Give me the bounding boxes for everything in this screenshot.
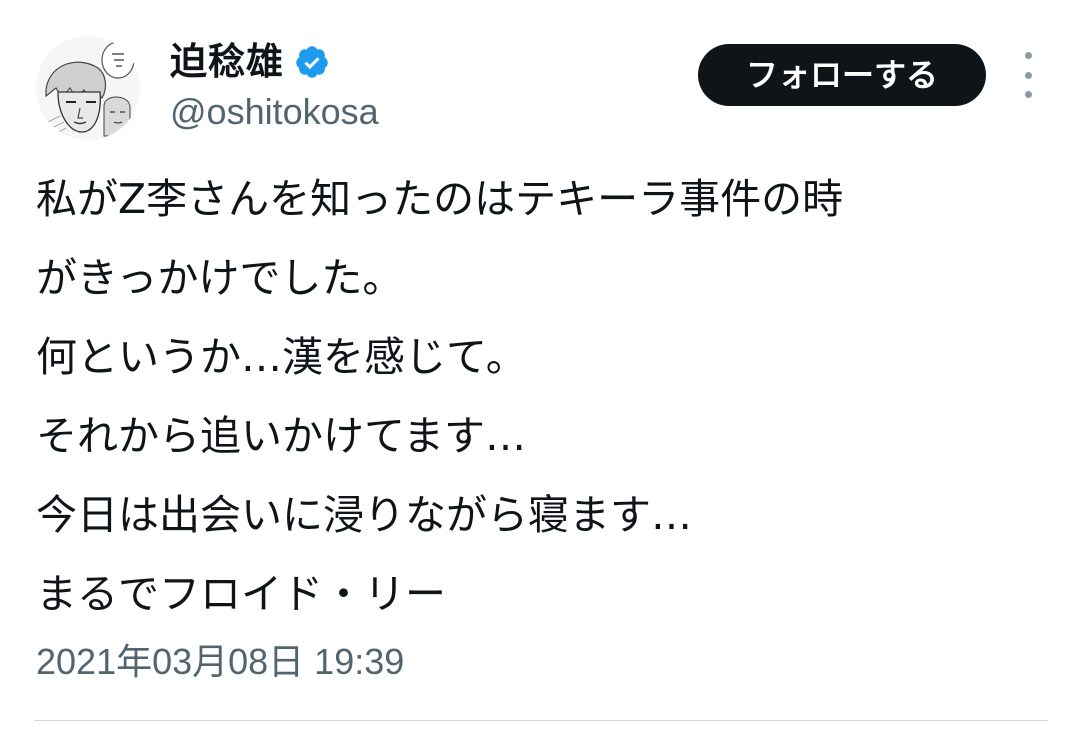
author-display-name[interactable]: 迫稔雄 (170, 36, 284, 88)
more-dot (1024, 52, 1032, 59)
more-vertical-icon[interactable] (1008, 52, 1048, 98)
verified-badge-icon (294, 44, 330, 80)
author-name-row: 迫稔雄 (170, 36, 330, 88)
tweet-text-line: 私がZ李さんを知ったのはテキーラ事件の時 (36, 175, 844, 223)
tweet-text: 私がZ李さんを知ったのはテキーラ事件の時 がきっかけでした。 何というか…漢を感… (36, 160, 1046, 634)
more-dot (1024, 91, 1032, 98)
tweet-text-line: 何というか…漢を感じて。 (36, 333, 527, 381)
tweet-text-line: がきっかけでした。 (36, 254, 404, 302)
tweet-timestamp[interactable]: 2021年03月08日 19:39 (36, 640, 404, 684)
manga-portrait-avatar-icon (36, 36, 140, 140)
avatar[interactable] (36, 36, 140, 140)
tweet-text-line: 今日は出会いに浸りながら寝ます… (36, 491, 692, 539)
more-dot (1024, 71, 1032, 79)
tweet-text-line: それから追いかけてます… (36, 412, 526, 460)
follow-button[interactable]: フォローする (698, 44, 986, 106)
tweet-card: 迫稔雄 @oshitokosa フォローする 私がZ李さんを知ったのはテキーラ事… (0, 0, 1080, 743)
author-handle[interactable]: @oshitokosa (170, 90, 379, 134)
tweet-text-line: まるでフロイド・リー (36, 570, 446, 618)
divider (34, 720, 1048, 721)
